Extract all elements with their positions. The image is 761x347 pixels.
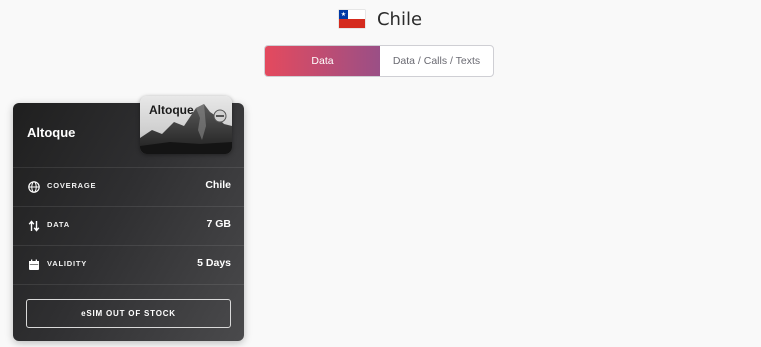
operator-name: Altoque [27, 125, 76, 140]
coverage-value: Chile [205, 179, 231, 191]
divider [13, 284, 244, 285]
validity-value: 5 Days [197, 257, 231, 269]
tab-data[interactable]: Data [265, 46, 380, 76]
calendar-icon [27, 258, 40, 271]
chile-flag-icon: ★ [338, 10, 365, 28]
validity-label: VALIDITY [47, 259, 88, 268]
package-type-tabs: Data Data / Calls / Texts [264, 45, 494, 77]
package-card[interactable]: Altoque Altoque COVERAGE Chile DATA 7 GB… [13, 96, 244, 341]
arrows-up-down-icon [27, 219, 40, 232]
coverage-label: COVERAGE [47, 181, 97, 190]
country-title: Chile [376, 8, 423, 30]
globe-icon [27, 180, 40, 193]
page-header: ★ Chile [0, 6, 761, 32]
operator-logo-text: Altoque [149, 103, 194, 117]
coverage-row: COVERAGE Chile [13, 167, 244, 206]
tab-data-calls-texts[interactable]: Data / Calls / Texts [380, 46, 493, 76]
data-value: 7 GB [206, 218, 231, 230]
data-row: DATA 7 GB [13, 206, 244, 245]
data-label: DATA [47, 220, 70, 229]
operator-logo-image: Altoque [140, 96, 232, 154]
esim-out-of-stock-button[interactable]: eSIM OUT OF STOCK [26, 299, 231, 328]
validity-row: VALIDITY 5 Days [13, 245, 244, 284]
